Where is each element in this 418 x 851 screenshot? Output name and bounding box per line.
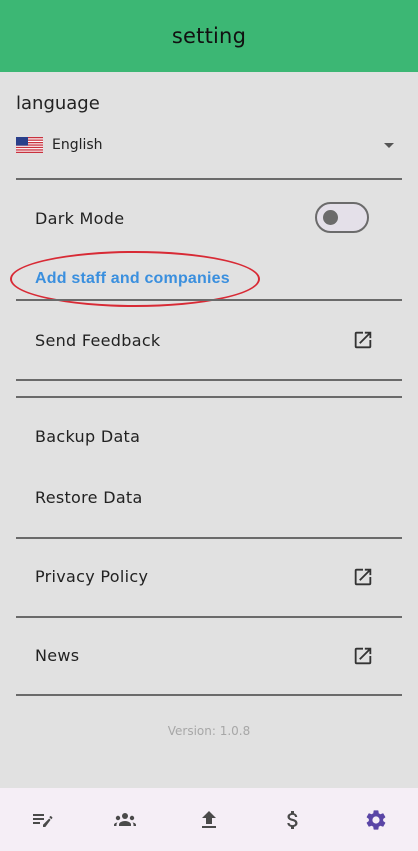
selected-language: English bbox=[52, 137, 103, 153]
page-title: setting bbox=[171, 24, 247, 48]
send-feedback-item[interactable]: Send Feedback bbox=[35, 331, 160, 350]
gear-icon bbox=[366, 809, 386, 830]
upload-icon bbox=[201, 810, 216, 828]
people-icon bbox=[114, 812, 137, 826]
open-external-icon[interactable] bbox=[352, 645, 374, 667]
open-external-icon[interactable] bbox=[352, 329, 374, 351]
nav-item-upload[interactable] bbox=[179, 800, 239, 840]
backup-data-item[interactable]: Backup Data bbox=[35, 427, 140, 446]
privacy-policy-item[interactable]: Privacy Policy bbox=[35, 567, 148, 586]
language-dropdown[interactable]: English bbox=[16, 132, 402, 158]
dropdown-arrow-icon bbox=[384, 143, 394, 148]
open-external-icon[interactable] bbox=[352, 566, 374, 588]
dark-mode-label: Dark Mode bbox=[35, 209, 125, 228]
divider bbox=[16, 694, 402, 696]
add-staff-and-companies-link[interactable]: Add staff and companies bbox=[35, 270, 230, 288]
dark-mode-toggle[interactable] bbox=[315, 202, 369, 233]
nav-item-settings[interactable] bbox=[346, 800, 406, 840]
version-label: Version: 1.0.8 bbox=[167, 724, 251, 738]
divider bbox=[16, 396, 402, 398]
nav-item-staff[interactable] bbox=[95, 800, 155, 840]
bottom-navigation bbox=[0, 788, 418, 851]
nav-item-finance[interactable] bbox=[263, 800, 323, 840]
app-bar: setting bbox=[0, 0, 418, 72]
divider bbox=[16, 299, 402, 301]
dollar-icon bbox=[286, 810, 298, 829]
divider bbox=[16, 616, 402, 618]
us-flag-icon bbox=[16, 137, 43, 153]
nav-item-records[interactable] bbox=[12, 800, 72, 840]
language-heading: language bbox=[16, 93, 100, 114]
divider bbox=[16, 379, 402, 381]
restore-data-item[interactable]: Restore Data bbox=[35, 488, 143, 507]
divider bbox=[16, 178, 402, 180]
news-item[interactable]: News bbox=[35, 646, 79, 665]
divider bbox=[16, 537, 402, 539]
toggle-knob bbox=[323, 210, 338, 225]
edit-list-icon bbox=[32, 813, 53, 827]
